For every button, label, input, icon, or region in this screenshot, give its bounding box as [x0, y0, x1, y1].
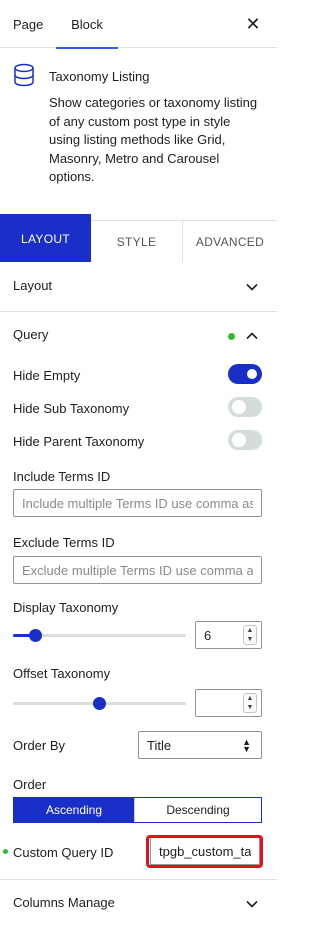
slider-handle[interactable] [93, 697, 106, 710]
chevron-up-icon [246, 332, 258, 340]
tab-advanced[interactable]: ADVANCED [183, 220, 277, 262]
database-icon [14, 63, 34, 87]
toggle-knob [247, 369, 257, 379]
block-description: Show categories or taxonomy listing of a… [49, 95, 258, 184]
display-taxonomy-value: 6 [204, 628, 212, 643]
include-terms-label: Include Terms ID [13, 469, 111, 484]
tab-block-label: Block [71, 17, 103, 32]
display-taxonomy-slider[interactable] [13, 629, 186, 642]
number-spinner[interactable]: ▲ ▼ [243, 625, 257, 645]
tab-block[interactable]: Block [56, 0, 118, 49]
hide-sub-taxonomy-toggle[interactable] [228, 397, 262, 417]
panel-columns-manage-title: Columns Manage [13, 895, 115, 910]
order-ascending-button[interactable]: Ascending [14, 798, 134, 822]
order-by-select[interactable]: Title ▲ ▼ [138, 731, 262, 759]
inspector-tabs: LAYOUT STYLE ADVANCED [0, 214, 277, 262]
status-dot [3, 849, 8, 854]
toggle-knob [232, 400, 246, 414]
hide-empty-toggle[interactable] [228, 364, 262, 384]
chevron-down-icon [246, 283, 258, 291]
block-title: Taxonomy Listing [49, 69, 150, 84]
toggle-knob [232, 433, 246, 447]
slider-handle[interactable] [29, 629, 42, 642]
hide-parent-taxonomy-label: Hide Parent Taxonomy [13, 434, 145, 449]
tab-style[interactable]: STYLE [91, 220, 183, 262]
order-by-label: Order By [13, 738, 66, 753]
order-label: Order [13, 777, 47, 792]
order-toggle-group: Ascending Descending [13, 797, 262, 823]
offset-taxonomy-number[interactable]: ▲ ▼ [195, 689, 262, 717]
hide-sub-taxonomy-label: Hide Sub Taxonomy [13, 401, 130, 416]
order-by-value: Title [147, 738, 172, 753]
custom-query-id-label: Custom Query ID [13, 845, 114, 860]
display-taxonomy-label: Display Taxonomy [13, 600, 119, 615]
include-terms-input[interactable] [13, 489, 262, 517]
offset-taxonomy-label: Offset Taxonomy [13, 666, 111, 681]
close-icon[interactable]: ✕ [245, 14, 261, 34]
panel-query-header[interactable]: Query [0, 312, 277, 360]
order-descending-button[interactable]: Descending [134, 798, 261, 822]
exclude-terms-label: Exclude Terms ID [13, 535, 115, 550]
tab-page[interactable]: Page [13, 0, 43, 48]
hide-parent-taxonomy-toggle[interactable] [228, 430, 262, 450]
custom-query-id-input[interactable] [150, 837, 260, 865]
chevron-down-icon [246, 900, 258, 908]
panel-layout-title: Layout [13, 278, 53, 293]
select-arrows-icon: ▲ ▼ [242, 737, 251, 754]
panel-columns-manage-header[interactable]: Columns Manage [0, 880, 277, 927]
number-spinner[interactable]: ▲ ▼ [243, 693, 257, 713]
display-taxonomy-number[interactable]: 6 ▲ ▼ [195, 621, 262, 649]
tab-layout[interactable]: LAYOUT [0, 214, 91, 262]
panel-layout-header[interactable]: Layout [0, 263, 277, 311]
offset-taxonomy-slider[interactable] [13, 697, 186, 710]
panel-query-title: Query [13, 327, 49, 342]
status-dot [228, 333, 235, 340]
sidebar-header: Page Block ✕ [0, 0, 277, 49]
exclude-terms-input[interactable] [13, 556, 262, 584]
hide-empty-label: Hide Empty [13, 368, 81, 383]
